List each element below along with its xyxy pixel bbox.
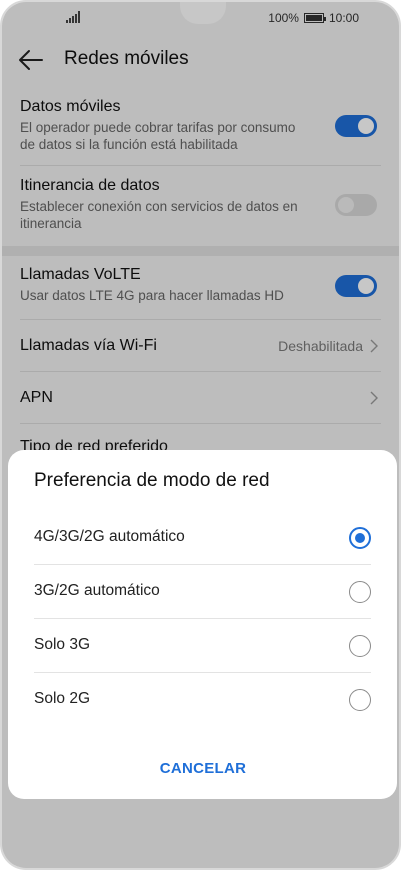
navigation-bar bbox=[2, 826, 399, 868]
radio-selected-icon[interactable] bbox=[349, 527, 371, 549]
phone-screen: 100% 10:00 Redes móviles Datos móviles E… bbox=[0, 0, 401, 870]
nav-back-icon[interactable] bbox=[108, 838, 126, 858]
nav-recents-icon[interactable] bbox=[278, 839, 296, 857]
option-label: Solo 3G bbox=[34, 636, 91, 653]
option-3g-2g-auto[interactable]: 3G/2G automático bbox=[34, 565, 371, 619]
dialog-title: Preferencia de modo de red bbox=[34, 470, 270, 491]
nav-home-icon[interactable] bbox=[192, 838, 212, 858]
cancel-button[interactable]: CANCELAR bbox=[138, 754, 268, 782]
option-label: Solo 2G bbox=[34, 690, 91, 707]
option-2g-only[interactable]: Solo 2G bbox=[34, 673, 371, 727]
option-4g-3g-2g-auto[interactable]: 4G/3G/2G automático bbox=[34, 511, 371, 565]
radio-unselected-icon[interactable] bbox=[349, 635, 371, 657]
network-mode-dialog: Preferencia de modo de red 4G/3G/2G auto… bbox=[8, 450, 397, 799]
radio-unselected-icon[interactable] bbox=[349, 689, 371, 711]
radio-unselected-icon[interactable] bbox=[349, 581, 371, 603]
option-label: 4G/3G/2G automático bbox=[34, 528, 185, 545]
option-3g-only[interactable]: Solo 3G bbox=[34, 619, 371, 673]
option-label: 3G/2G automático bbox=[34, 582, 160, 599]
